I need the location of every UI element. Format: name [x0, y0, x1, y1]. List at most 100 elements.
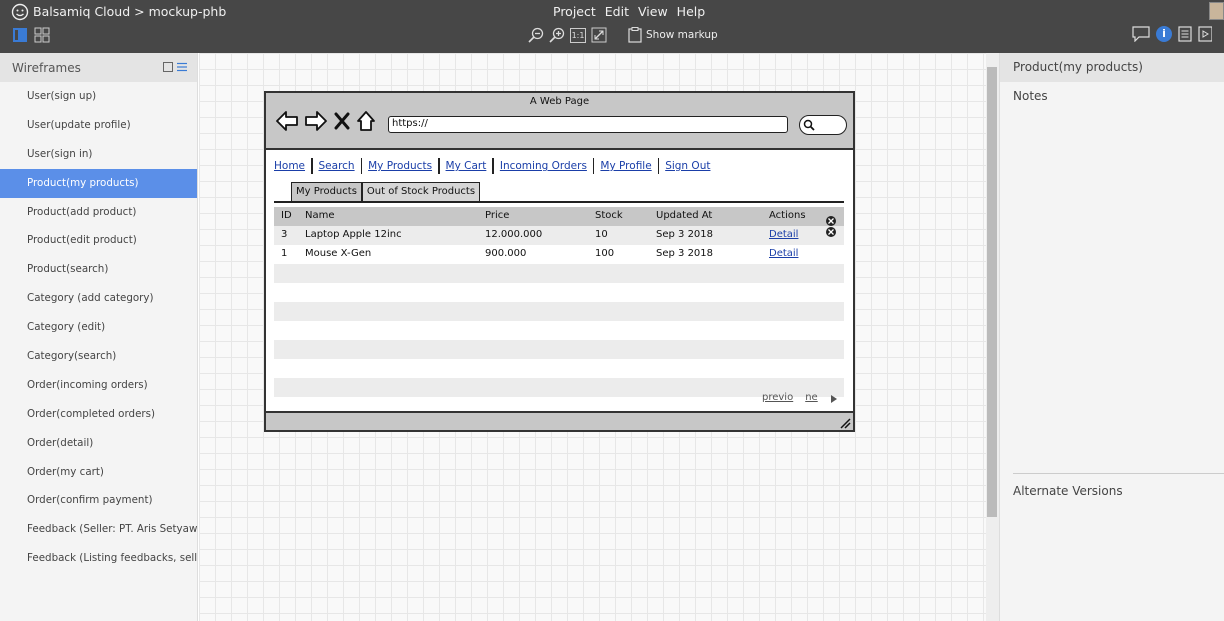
header-id: ID [281, 210, 292, 221]
browser-nav-buttons [275, 110, 376, 132]
browser-wireframe[interactable]: A Web Page https:// Home Search My Produ… [264, 91, 855, 432]
fullscreen-icon[interactable] [591, 27, 607, 43]
properties-icon[interactable] [1178, 26, 1192, 42]
thumbnail-view-icon[interactable] [163, 62, 173, 72]
resize-grip-icon[interactable] [839, 417, 851, 429]
detail-link[interactable]: Detail [769, 248, 798, 259]
sidebar-item[interactable]: Product(add product) [0, 198, 197, 227]
tab-underline [274, 201, 844, 203]
sidebar-item[interactable]: Category (add category) [0, 284, 197, 313]
menu-project[interactable]: Project [553, 4, 596, 19]
header-actions: Actions [769, 210, 806, 221]
nav-my-cart-link[interactable]: My Cart [440, 160, 493, 172]
sidebar-item[interactable]: Order(confirm payment) [0, 486, 197, 515]
table-row [274, 302, 844, 321]
pager-previous-link[interactable]: previo [762, 392, 793, 404]
stop-x-icon[interactable] [333, 110, 351, 132]
nav-home-link[interactable]: Home [274, 160, 311, 172]
pager-next-link[interactable]: ne [805, 392, 818, 404]
table-row [274, 359, 844, 378]
user-avatar[interactable] [1209, 2, 1224, 20]
cell-price: 900.000 [485, 248, 527, 259]
sidebar-item[interactable]: User(update profile) [0, 111, 197, 140]
tab-my-products[interactable]: My Products [291, 182, 362, 201]
browser-search-field[interactable] [799, 115, 847, 135]
sidebar-item[interactable]: Category (edit) [0, 313, 197, 342]
table-row[interactable]: 3 Laptop Apple 12inc 12.000.000 10 Sep 3… [274, 226, 844, 245]
sidebar-item[interactable]: Product(search) [0, 255, 197, 284]
sidebar-item[interactable]: User(sign in) [0, 140, 197, 169]
wireframes-list: User(sign up) User(update profile) User(si… [0, 82, 197, 573]
wireframe-name[interactable]: Product(my products) [1000, 53, 1224, 82]
canvas-scrollbar[interactable] [986, 53, 999, 621]
wireframe-nav-links: Home Search My Products My Cart Incoming… [274, 158, 716, 174]
table-row [274, 283, 844, 302]
menu-edit[interactable]: Edit [605, 4, 629, 19]
cell-price: 12.000.000 [485, 229, 543, 240]
menu-bar: Project Edit View Help [553, 4, 705, 19]
nav-incoming-orders-link[interactable]: Incoming Orders [494, 160, 593, 172]
markup-icon [628, 27, 642, 43]
back-arrow-icon[interactable] [275, 110, 299, 132]
table-pager: previo ne [762, 392, 838, 404]
home-icon[interactable] [356, 110, 376, 132]
balsamiq-logo-icon[interactable] [11, 3, 29, 21]
sidebar-item[interactable]: Product(my products) [0, 168, 197, 198]
table-row [274, 321, 844, 340]
sidebar-item[interactable]: Feedback (Seller: PT. Aris Setyawa... [0, 515, 197, 544]
forward-arrow-icon[interactable] [304, 110, 328, 132]
sidebar-item[interactable]: Order(my cart) [0, 458, 197, 487]
pager-next-arrow-icon[interactable] [830, 394, 838, 404]
header-stock: Stock [595, 210, 623, 221]
zoom-in-icon[interactable] [549, 27, 565, 43]
alternate-versions-label: Alternate Versions [1013, 473, 1224, 498]
grid-view-icon[interactable] [34, 27, 50, 43]
wireframes-header: Wireframes [0, 53, 197, 82]
cell-updated-at: Sep 3 2018 [656, 229, 714, 240]
zoom-out-icon[interactable] [528, 27, 544, 43]
cell-name: Laptop Apple 12inc [305, 229, 402, 240]
url-bar[interactable]: https:// [388, 116, 788, 133]
sidebar-item[interactable]: Order(detail) [0, 429, 197, 458]
sidebar-view-toggle [163, 62, 187, 72]
header-updated-at: Updated At [656, 210, 713, 221]
sidebar-item[interactable]: Category(search) [0, 342, 197, 371]
header-name: Name [305, 210, 335, 221]
notes-label[interactable]: Notes [1013, 89, 1048, 103]
menu-help[interactable]: Help [677, 4, 706, 19]
top-toolbar: Balsamiq Cloud > mockup-phb Project Edit… [0, 0, 1224, 53]
nav-my-profile-link[interactable]: My Profile [594, 160, 657, 172]
tab-out-of-stock[interactable]: Out of Stock Products [361, 182, 481, 201]
header-price: Price [485, 210, 510, 221]
wireframes-panel: Wireframes User(sign up) User(update prof… [0, 53, 198, 621]
actual-size-button[interactable]: 1:1 [570, 28, 586, 43]
cell-stock: 100 [595, 248, 615, 259]
table-row [274, 340, 844, 359]
nav-sign-out-link[interactable]: Sign Out [659, 160, 716, 172]
browser-page-title: A Web Page [529, 96, 590, 107]
app-title[interactable]: Balsamiq Cloud > mockup-phb [33, 4, 226, 19]
list-view-icon[interactable] [177, 62, 187, 72]
cell-stock: 10 [595, 229, 608, 240]
menu-view[interactable]: View [638, 4, 668, 19]
single-view-icon[interactable] [12, 27, 28, 43]
sidebar-item[interactable]: Order(incoming orders) [0, 371, 197, 400]
close-circle-icons[interactable] [825, 215, 837, 239]
table-row[interactable]: 1 Mouse X-Gen 900.000 100 Sep 3 2018 Det… [274, 245, 844, 264]
detail-link[interactable]: Detail [769, 229, 798, 240]
sidebar-item[interactable]: Product(edit product) [0, 226, 197, 255]
sidebar-item[interactable]: User(sign up) [0, 82, 197, 111]
sidebar-item[interactable]: Feedback (Listing feedbacks, selle... [0, 544, 197, 573]
table-row [274, 378, 844, 397]
comments-icon[interactable] [1132, 26, 1150, 42]
info-icon[interactable]: i [1156, 26, 1172, 42]
browser-chrome: A Web Page https:// [266, 93, 853, 150]
nav-search-link[interactable]: Search [313, 160, 361, 172]
sidebar-item[interactable]: Order(completed orders) [0, 400, 197, 429]
show-markup-button[interactable]: Show markup [628, 27, 718, 43]
present-icon[interactable] [1198, 26, 1212, 42]
cell-updated-at: Sep 3 2018 [656, 248, 714, 259]
wireframes-title: Wireframes [12, 60, 81, 75]
nav-my-products-link[interactable]: My Products [362, 160, 438, 172]
scrollbar-thumb[interactable] [987, 67, 997, 517]
